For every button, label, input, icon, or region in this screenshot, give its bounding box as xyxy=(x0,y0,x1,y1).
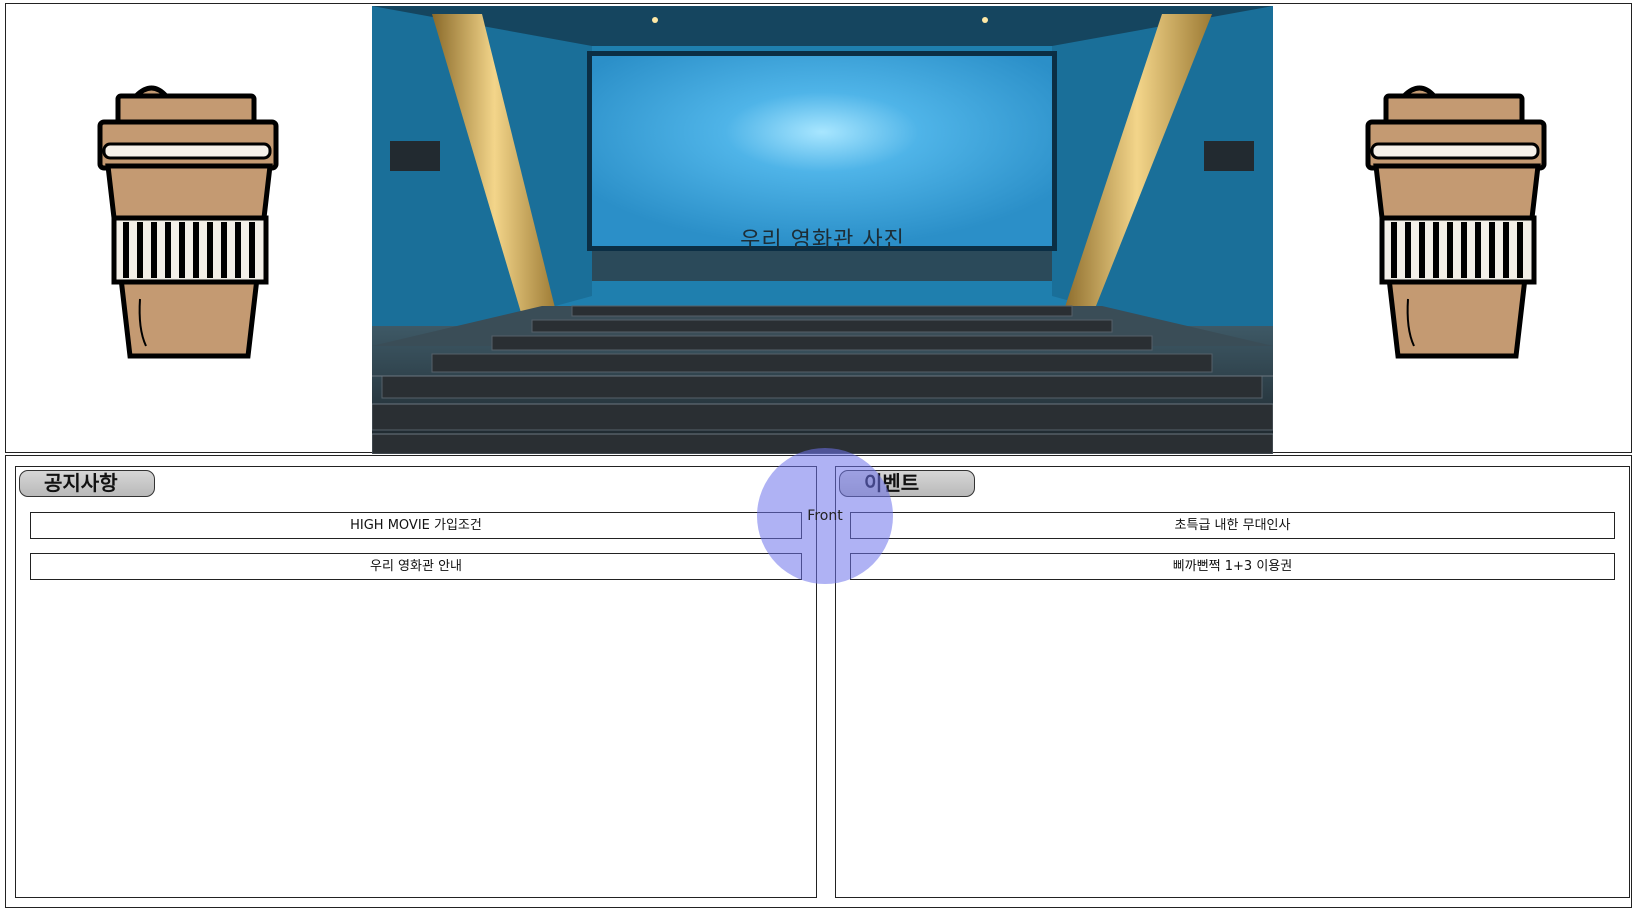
hero-banner: 우리 영화관 사진 xyxy=(5,3,1632,454)
event-item[interactable]: 초특급 내한 무대인사 xyxy=(850,512,1615,539)
notice-panel: 공지사항 HIGH MOVIE 가입조건 우리 영화관 안내 xyxy=(15,466,817,898)
notice-item[interactable]: HIGH MOVIE 가입조건 xyxy=(30,512,802,539)
notice-title: 공지사항 xyxy=(19,470,155,497)
notice-item[interactable]: 우리 영화관 안내 xyxy=(30,553,802,580)
event-panel: 이벤트 초특급 내한 무대인사 삐까뻔쩍 1+3 이용권 xyxy=(835,466,1630,898)
event-item[interactable]: 삐까뻔쩍 1+3 이용권 xyxy=(850,553,1615,580)
front-bubble-button[interactable]: Front xyxy=(757,448,893,584)
page: 우리 영화관 사진 공지사항 HIGH MOVIE 가입조건 우리 영화관 안내… xyxy=(0,0,1636,909)
cinema-photo: 우리 영화관 사진 xyxy=(372,6,1273,454)
coffee-cup-icon xyxy=(94,84,284,374)
coffee-cup-icon xyxy=(1362,84,1552,374)
cinema-photo-caption: 우리 영화관 사진 xyxy=(740,228,905,253)
